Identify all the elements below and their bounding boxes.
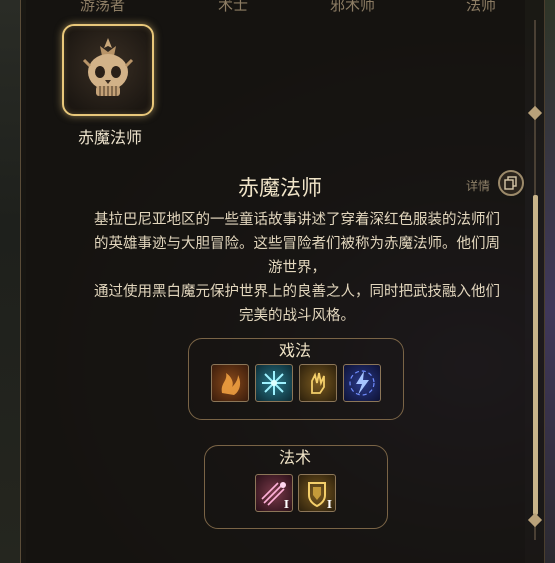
cantrips-title: 戏法 bbox=[278, 341, 311, 360]
spell-slot[interactable]: I bbox=[298, 474, 336, 512]
scroll-bottom-knob[interactable] bbox=[527, 512, 543, 528]
spell-slot[interactable]: I bbox=[255, 474, 293, 512]
description-line: 完美的战斗风格。 bbox=[239, 308, 355, 324]
subclass-title: 赤魔法师 bbox=[238, 176, 322, 200]
tab-warlock[interactable]: 邪术师 bbox=[330, 0, 375, 15]
cantrip-slot[interactable] bbox=[299, 364, 337, 402]
skull-crest-icon bbox=[64, 38, 152, 118]
copy-icon bbox=[500, 176, 522, 198]
description-line: 通过使用黑白魔元保护世界上的良善之人，同时把武技融入他们 bbox=[94, 284, 500, 300]
spell-rank: I bbox=[283, 498, 289, 511]
tab-wizard[interactable]: 法师 bbox=[466, 0, 496, 15]
cantrip-slot[interactable] bbox=[211, 364, 249, 402]
description-line: 基拉巴尼亚地区的一些童话故事讲述了穿着深红色服装的法师们 bbox=[94, 212, 500, 228]
subclass-description: 基拉巴尼亚地区的一些童话故事讲述了穿着深红色服装的法师们 的英雄事迹与大胆冒险。… bbox=[62, 208, 532, 328]
detail-button[interactable] bbox=[498, 170, 524, 196]
subclass-card-red-mage[interactable] bbox=[62, 24, 154, 116]
class-tabs: 游荡者 术士 邪术师 法师 bbox=[0, 0, 555, 16]
spells-title: 法术 bbox=[278, 448, 311, 467]
tab-sorcerer[interactable]: 术士 bbox=[218, 0, 248, 15]
cantrip-slot[interactable] bbox=[255, 364, 293, 402]
cantrip-slot[interactable] bbox=[343, 364, 381, 402]
detail-label[interactable]: 详情 bbox=[466, 177, 490, 194]
scrollbar-thumb[interactable] bbox=[533, 195, 538, 515]
subclass-label: 赤魔法师 bbox=[77, 128, 142, 147]
scroll-top-knob[interactable] bbox=[527, 105, 543, 121]
spell-rank: I bbox=[326, 498, 332, 511]
description-line: 的英雄事迹与大胆冒险。这些冒险者们被称为赤魔法师。他们周 bbox=[94, 236, 500, 252]
tab-rogue[interactable]: 游荡者 bbox=[80, 0, 125, 15]
description-line: 游世界， bbox=[268, 260, 326, 276]
